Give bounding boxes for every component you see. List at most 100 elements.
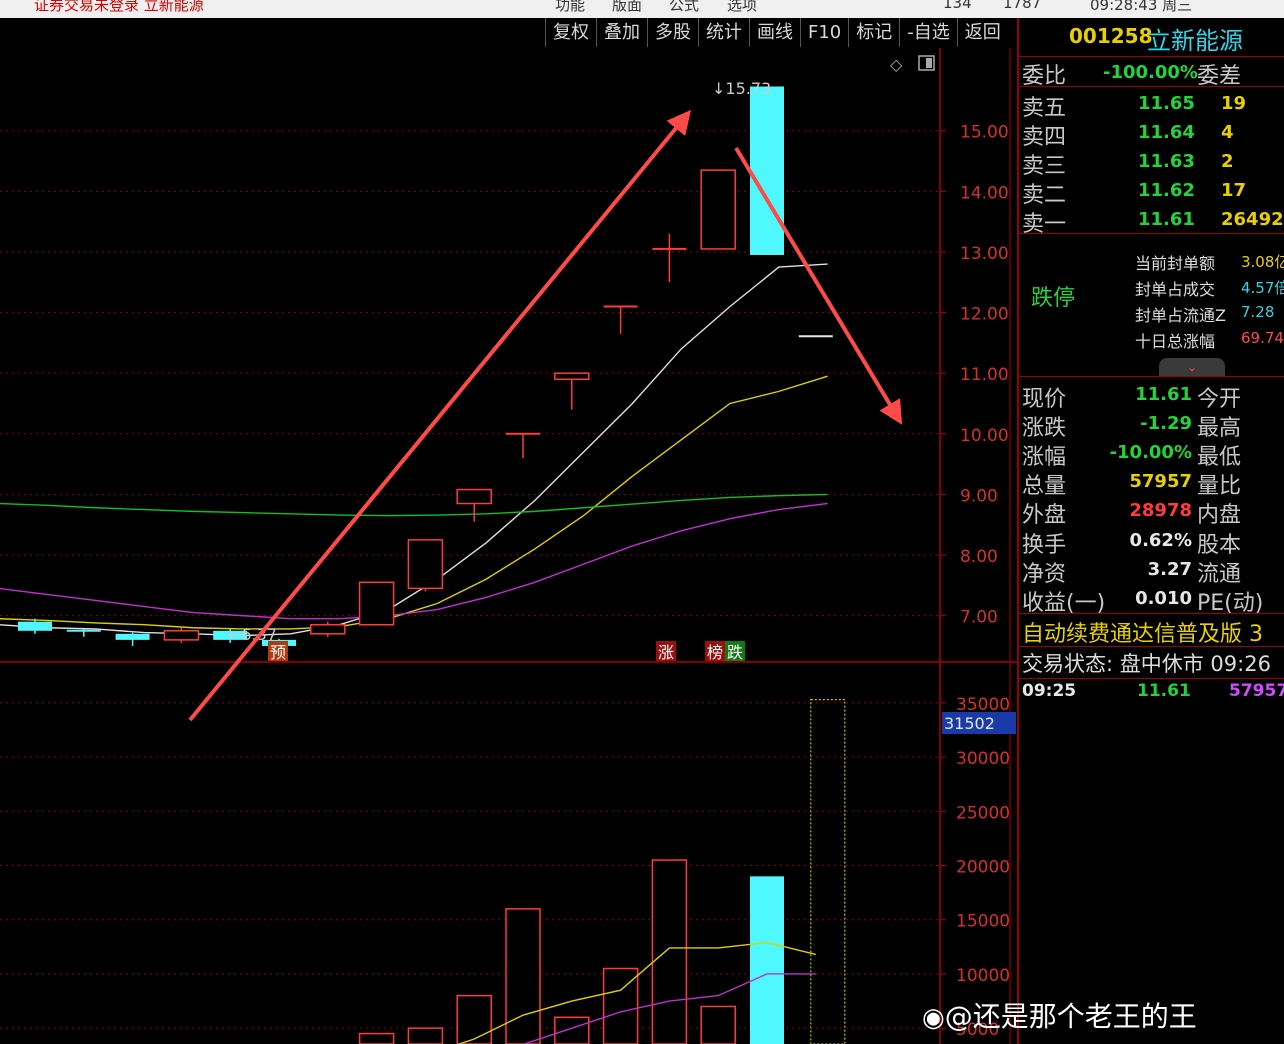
- volume-bar: [700, 1005, 736, 1044]
- quote-value: 3.27: [1147, 559, 1192, 580]
- chart-toolbar: 复权 叠加 多股 统计 画线 F10 标记 -自选 返回: [545, 18, 1008, 48]
- quote-label-2: 内盘: [1197, 503, 1242, 528]
- limit-row-label: 封单占流通Z: [1135, 306, 1226, 325]
- price-tick-label: 15.00: [960, 123, 1009, 143]
- weibo-icon: ◉: [922, 1003, 945, 1033]
- volume-bar: [651, 859, 688, 1044]
- candle-body: [554, 372, 590, 380]
- candle-body: [407, 539, 444, 590]
- price-tick-label: 12.00: [960, 305, 1009, 325]
- title-text: 证券交易未登录 立新能源: [34, 0, 204, 14]
- volume-tick-label: 15000: [956, 912, 1010, 932]
- ma-line-1: [0, 375, 828, 630]
- price-tick-label: 13.00: [960, 244, 1009, 264]
- tick-volume: 57957: [1229, 681, 1284, 701]
- ask-price: 11.61: [1138, 209, 1195, 230]
- candle-body: [358, 581, 395, 626]
- quote-value: 28978: [1129, 500, 1192, 521]
- watermark: ◉@还是那个老王的王: [922, 995, 1197, 1035]
- fuquan-button[interactable]: 复权: [545, 18, 596, 47]
- mark-button[interactable]: 标记: [848, 18, 900, 47]
- strip-clock: 09:28:43 周三: [1090, 0, 1193, 14]
- tag-die: 跌: [727, 643, 743, 662]
- limit-row-value: 3.08亿: [1241, 253, 1284, 271]
- limit-row-value: 4.57倍: [1241, 279, 1284, 297]
- quote-value: 11.61: [1135, 384, 1192, 405]
- ask-price: 11.63: [1138, 151, 1195, 172]
- ask-volume: 19: [1221, 93, 1247, 114]
- weibi-value: -100.00%: [1103, 62, 1198, 83]
- strip-count-b: 1787: [1003, 0, 1042, 12]
- quote-label: 总量: [1022, 474, 1067, 499]
- expand-chevron-icon[interactable]: ⌄: [1159, 358, 1225, 376]
- high-price-label: ↓15.73: [712, 79, 771, 98]
- tick-price: 11.61: [1137, 681, 1191, 701]
- quote-label-2: 最低: [1197, 445, 1242, 470]
- stock-name: 立新能源: [1147, 27, 1243, 55]
- ask-volume: 26492: [1221, 209, 1284, 230]
- ask-label: 卖三: [1022, 154, 1067, 179]
- price-tick-label: 14.00: [960, 183, 1009, 203]
- ask-price: 11.62: [1138, 180, 1195, 201]
- quote-label: 净资: [1022, 562, 1067, 587]
- ask-price: 11.64: [1138, 122, 1195, 143]
- limit-status: 跌停: [1031, 286, 1076, 311]
- strip-count-a: 134: [943, 0, 972, 12]
- price-tick-label: 8.00: [960, 547, 998, 567]
- watchlist-button[interactable]: -自选: [899, 18, 957, 47]
- kline-chart[interactable]: 15.00 14.00 13.00 12.00 11.00 10.00 9.00 8.00 7.…: [0, 48, 1017, 1044]
- tag-bang: 榜: [707, 643, 723, 662]
- trade-status: 交易状态: 盘中休市 09:26: [1022, 652, 1271, 676]
- price-tick-label: 11.00: [960, 365, 1009, 385]
- price-tick-label: 7.00: [960, 608, 998, 628]
- multi-stock-button[interactable]: 多股: [647, 18, 698, 47]
- ask-label: 卖二: [1022, 183, 1067, 208]
- volume-tick-label: 30000: [956, 749, 1010, 769]
- volume-tick-label: 10000: [956, 966, 1010, 986]
- menu-layout[interactable]: 版面: [612, 0, 642, 15]
- overlay-button[interactable]: 叠加: [596, 18, 647, 47]
- volume-bar: [554, 1016, 590, 1044]
- top-strip: 证券交易未登录 立新能源 功能 版面 公式 选项 134 1787 09:28:…: [0, 0, 1284, 18]
- quote-panel: 001258 立新能源 委比 -100.00% 委差 卖五 11.65 19 卖四 11…: [1017, 18, 1284, 1044]
- ask-label: 卖五: [1022, 96, 1067, 121]
- quote-label-2: 股本: [1197, 533, 1242, 558]
- tag-yu: 预: [270, 643, 286, 662]
- volume-tick-label: 20000: [956, 858, 1010, 878]
- draw-line-button[interactable]: 画线: [749, 18, 800, 47]
- ticker-text: 自动续费通达信普及版 3: [1022, 622, 1263, 647]
- price-tick-label: 9.00: [960, 486, 998, 506]
- quote-label-2: 量比: [1197, 474, 1242, 499]
- volume-bar: [456, 994, 492, 1044]
- limit-row-label: 当前封单额: [1135, 254, 1216, 273]
- statistics-button[interactable]: 统计: [698, 18, 749, 47]
- ask-volume: 17: [1221, 180, 1247, 201]
- quote-label: 现价: [1022, 387, 1067, 412]
- candle-body: [310, 623, 346, 635]
- down-arrow: [734, 146, 903, 425]
- candle-body: [163, 630, 200, 641]
- f10-button[interactable]: F10: [800, 18, 849, 47]
- ask-price: 11.65: [1138, 93, 1195, 114]
- volume-bar: [407, 1027, 444, 1044]
- window-icon-fill: [926, 58, 932, 68]
- quote-label-2: 今开: [1197, 387, 1242, 412]
- volume-bar: [358, 1032, 395, 1044]
- quote-label: 涨幅: [1022, 445, 1067, 470]
- candle-body: [115, 633, 150, 640]
- ask-volume: 4: [1221, 122, 1234, 143]
- menu-options[interactable]: 选项: [727, 0, 757, 15]
- quote-label: 涨跌: [1022, 416, 1067, 441]
- back-button[interactable]: 返回: [956, 18, 1008, 47]
- quote-value: 57957: [1129, 471, 1192, 492]
- volume-tick-label: 25000: [956, 803, 1010, 823]
- up-arrow: [188, 109, 692, 722]
- menu-function[interactable]: 功能: [555, 0, 585, 15]
- menu-formula[interactable]: 公式: [669, 0, 699, 15]
- volume-bar: [750, 876, 784, 1044]
- quote-value: 0.62%: [1129, 530, 1192, 551]
- diamond-icon[interactable]: ◇: [890, 55, 903, 74]
- tag-zhang: 涨: [658, 643, 674, 662]
- stock-code: 001258: [1069, 24, 1153, 48]
- candle-body: [700, 169, 736, 250]
